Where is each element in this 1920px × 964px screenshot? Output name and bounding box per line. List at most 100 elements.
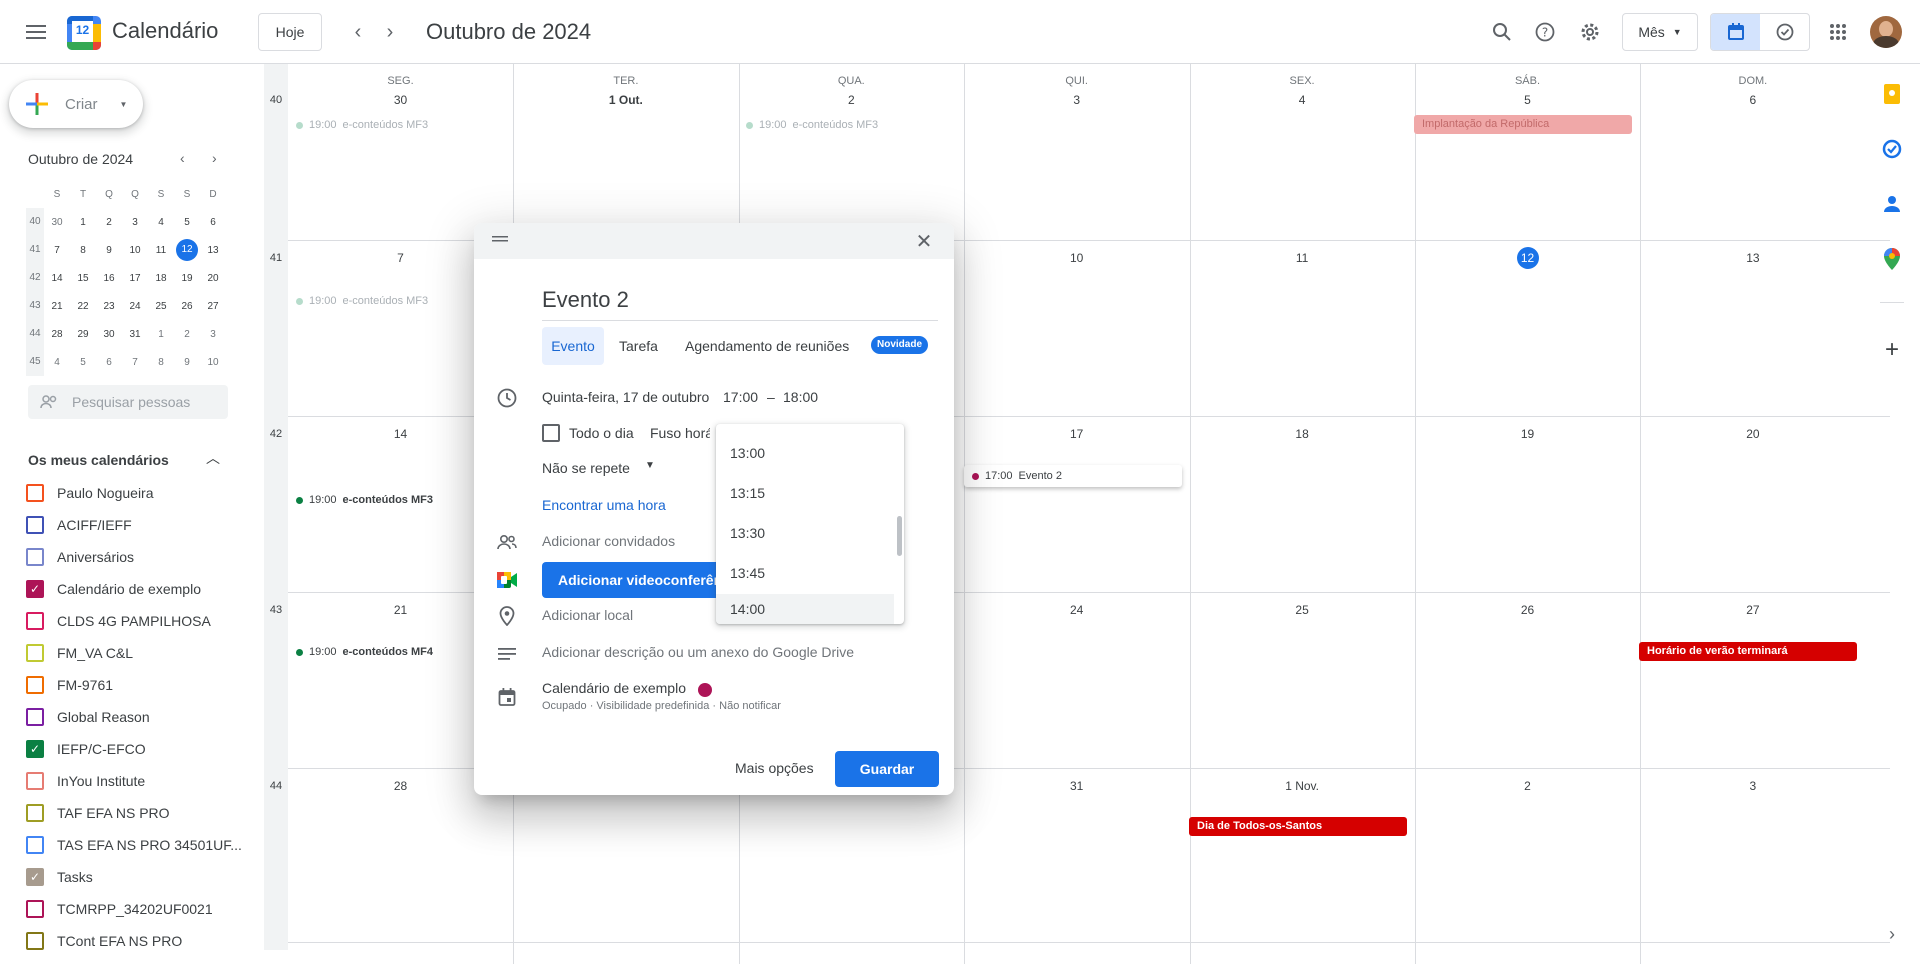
day-number[interactable]: 18 — [1190, 427, 1415, 441]
calendar-checkbox[interactable] — [26, 676, 44, 694]
calendar-list-item[interactable]: TAF EFA NS PRO — [26, 804, 170, 822]
mini-calendar-day[interactable]: 16 — [96, 273, 122, 284]
day-number[interactable]: 25 — [1190, 603, 1415, 617]
event-chip[interactable]: 19:00 e-conteúdos MF4 — [296, 646, 433, 658]
week-number[interactable]: 40 — [264, 94, 288, 106]
mini-calendar-day[interactable]: 1 — [70, 217, 96, 228]
calendar-checkbox[interactable] — [26, 708, 44, 726]
mini-week-number[interactable]: 45 — [26, 348, 44, 376]
calendar-list-item[interactable]: ✓ Calendário de exemplo — [26, 580, 201, 598]
mini-calendar-day[interactable]: 8 — [70, 245, 96, 256]
mini-calendar-day[interactable]: 14 — [44, 273, 70, 284]
calendar-selector[interactable]: Calendário de exemplo — [542, 680, 686, 696]
add-guests-input[interactable]: Adicionar convidados — [542, 533, 675, 549]
mini-calendar-day[interactable]: 2 — [174, 329, 200, 340]
tab-task[interactable]: Tarefa — [619, 338, 658, 354]
all-day-checkbox[interactable] — [542, 424, 560, 442]
view-selector[interactable]: Mês ▼ — [1622, 13, 1698, 51]
apps-launcher-button[interactable] — [1826, 20, 1850, 44]
mini-calendar-day[interactable]: 6 — [200, 217, 226, 228]
mini-calendar-day[interactable]: 4 — [148, 217, 174, 228]
calendar-list-item[interactable]: FM-9761 — [26, 676, 113, 694]
mini-calendar-day[interactable]: 5 — [174, 217, 200, 228]
day-number[interactable]: 11 — [1190, 251, 1415, 265]
week-number[interactable]: 44 — [264, 780, 288, 792]
mini-calendar-day[interactable]: 26 — [174, 301, 200, 312]
mini-calendar-day[interactable]: 3 — [122, 217, 148, 228]
calendar-checkbox[interactable] — [26, 644, 44, 662]
mini-calendar-day[interactable]: 4 — [44, 357, 70, 368]
dialog-header-bar[interactable]: ✕ — [474, 223, 954, 259]
time-option[interactable]: 13:30 — [716, 518, 894, 548]
drag-handle-icon[interactable] — [492, 235, 508, 243]
time-option[interactable]: 13:45 — [716, 558, 894, 588]
day-number[interactable]: 3 — [964, 93, 1189, 107]
keep-button[interactable] — [1880, 82, 1904, 106]
mini-calendar-day[interactable]: 30 — [96, 329, 122, 340]
calendar-list-item[interactable]: TCMRPP_34202UF0021 — [26, 900, 213, 918]
dropdown-scrollbar-thumb[interactable] — [897, 516, 902, 556]
mini-calendar-day[interactable]: 27 — [200, 301, 226, 312]
mini-calendar-day[interactable]: 8 — [148, 357, 174, 368]
calendar-checkbox[interactable] — [26, 900, 44, 918]
day-number[interactable]: 2 — [739, 93, 964, 107]
day-number[interactable]: 6 — [1640, 93, 1865, 107]
mini-calendar-day[interactable]: 21 — [44, 301, 70, 312]
previous-period-button[interactable]: ‹ — [346, 18, 370, 46]
week-number[interactable]: 43 — [264, 604, 288, 616]
mini-calendar-day[interactable]: 12 — [176, 239, 198, 261]
calendar-list-item[interactable]: InYou Institute — [26, 772, 145, 790]
show-side-panel-button[interactable]: › — [1880, 922, 1904, 946]
week-number[interactable]: 41 — [264, 252, 288, 264]
chevron-up-icon[interactable]: ︿ — [206, 448, 220, 468]
calendar-list-item[interactable]: ACIFF/IEFF — [26, 516, 132, 534]
mini-calendar-day[interactable]: 6 — [96, 357, 122, 368]
caret-down-icon[interactable]: ▼ — [645, 460, 655, 471]
week-number[interactable]: 42 — [264, 428, 288, 440]
add-location-input[interactable]: Adicionar local — [542, 607, 633, 623]
mini-calendar-day[interactable]: 2 — [96, 217, 122, 228]
mini-calendar-day[interactable]: 25 — [148, 301, 174, 312]
event-chip[interactable]: 19:00 e-conteúdos MF3 — [746, 119, 878, 131]
mini-calendar-day[interactable]: 9 — [174, 357, 200, 368]
mini-calendar-day[interactable]: 5 — [70, 357, 96, 368]
calendar-checkbox[interactable]: ✓ — [26, 580, 44, 598]
add-addon-button[interactable]: + — [1880, 336, 1904, 363]
mini-calendar-day[interactable]: 3 — [200, 329, 226, 340]
time-option[interactable]: 13:15 — [716, 478, 894, 508]
mini-calendar-day[interactable]: 7 — [122, 357, 148, 368]
next-period-button[interactable]: › — [378, 18, 402, 46]
day-number[interactable]: 12 — [1415, 247, 1640, 269]
calendar-checkbox[interactable] — [26, 772, 44, 790]
day-number[interactable]: 10 — [964, 251, 1189, 265]
mini-calendar-prev-button[interactable]: ‹ — [180, 150, 185, 166]
calendar-checkbox[interactable] — [26, 612, 44, 630]
contacts-button[interactable] — [1880, 192, 1904, 216]
timezone-button[interactable]: Fuso horário — [650, 425, 710, 441]
search-button[interactable] — [1490, 20, 1514, 44]
mini-week-number[interactable]: 40 — [26, 208, 44, 236]
event-date-picker[interactable]: Quinta-feira, 17 de outubro — [542, 389, 709, 405]
event-chip[interactable]: 19:00 e-conteúdos MF3 — [296, 494, 433, 506]
calendar-list-item[interactable]: ✓ IEFP/C-EFCO — [26, 740, 146, 758]
mini-calendar-day[interactable]: 7 — [44, 245, 70, 256]
add-video-conference-button[interactable]: Adicionar videoconferência do Google Mee… — [542, 562, 722, 598]
maps-button[interactable] — [1880, 247, 1904, 271]
calendar-checkbox[interactable]: ✓ — [26, 740, 44, 758]
day-number[interactable]: 26 — [1415, 603, 1640, 617]
create-button[interactable]: Criar ▼ — [9, 80, 143, 128]
mini-calendar-day[interactable]: 17 — [122, 273, 148, 284]
mini-week-number[interactable]: 44 — [26, 320, 44, 348]
save-button[interactable]: Guardar — [835, 751, 939, 787]
tasks-view-toggle[interactable] — [1760, 14, 1809, 50]
today-button[interactable]: Hoje — [258, 13, 322, 51]
calendar-view-toggle[interactable] — [1711, 14, 1760, 50]
all-day-event-chip[interactable]: Dia de Todos-os-Santos — [1189, 817, 1407, 836]
calendar-event-settings[interactable]: Ocupado · Visibilidade predefinida · Não… — [542, 700, 781, 712]
more-options-button[interactable]: Mais opções — [735, 760, 814, 776]
day-number[interactable]: 13 — [1640, 251, 1865, 265]
tab-event[interactable]: Evento — [542, 327, 604, 365]
mini-week-number[interactable]: 42 — [26, 264, 44, 292]
time-option[interactable]: 13:00 — [716, 438, 894, 468]
add-description-input[interactable]: Adicionar descrição ou um anexo do Googl… — [542, 644, 854, 660]
